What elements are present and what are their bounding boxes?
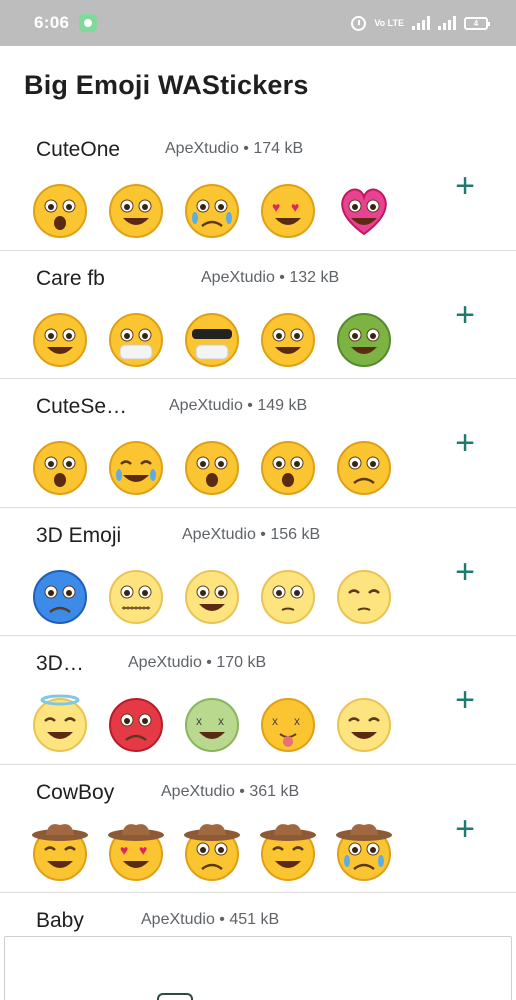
sticker-pack-row[interactable]: CowBoy ApeXtudio • 361 kB ♥ ♥ + <box>0 765 516 893</box>
cowboy-angry-face-icon <box>184 823 240 881</box>
pack-name: 3D Emoji <box>36 523 122 547</box>
cowboy-laughing-face-icon <box>260 823 316 881</box>
tears-of-joy-face-icon <box>109 441 163 495</box>
svg-text:x: x <box>218 714 224 728</box>
cowboy-heart-eyes-face-icon: ♥ ♥ <box>108 823 164 881</box>
sticker-pack-row[interactable]: Care fb ApeXtudio • 132 kB + <box>0 251 516 379</box>
dizzy-tongue-face-icon: xx <box>261 698 315 752</box>
signal-icon <box>412 16 430 30</box>
heart-eyes-face-icon: ♥ ♥ <box>261 184 315 238</box>
status-icons: Vo LTE 4 <box>351 15 490 31</box>
grinning-face-icon <box>109 184 163 238</box>
add-pack-button[interactable]: + <box>450 555 480 589</box>
battery-icon: 4 <box>464 16 490 30</box>
pack-name: Care fb <box>36 266 105 290</box>
sticker-preview-row <box>30 437 394 497</box>
pack-meta: ApeXtudio • 170 kB <box>128 654 267 671</box>
zipper-face-icon <box>109 569 163 624</box>
money-face-icon <box>337 312 391 367</box>
pack-name: CuteSe… <box>36 395 128 418</box>
sticker-pack-row[interactable]: 3D Emoji ApeXtudio • 156 kB + <box>0 508 516 636</box>
svg-text:x: x <box>196 714 202 728</box>
screaming-face-icon <box>185 441 239 495</box>
pack-meta: ApeXtudio • 451 kB <box>141 911 280 928</box>
scared-hands-face-icon <box>261 441 315 495</box>
cowboy-smile-face-icon <box>32 823 88 881</box>
anxious-face-icon <box>33 441 87 495</box>
squinting-face-icon <box>337 698 391 752</box>
thermometer-face-icon <box>261 569 315 624</box>
sticker-preview-row <box>30 309 394 369</box>
shocked-face-icon <box>33 184 87 238</box>
pack-meta: ApeXtudio • 174 kB <box>165 140 304 157</box>
svg-text:♥: ♥ <box>139 842 147 858</box>
pack-meta: ApeXtudio • 132 kB <box>201 268 340 286</box>
pack-name: CuteOne <box>36 138 121 161</box>
thumbs-up-mask-face-icon <box>109 312 163 367</box>
pack-name: Baby <box>36 909 84 932</box>
bottom-sheet-panel <box>4 936 512 1000</box>
add-pack-button[interactable]: + <box>450 683 480 717</box>
sticker-preview-row <box>30 566 394 626</box>
sticker-pack-row[interactable]: CuteSe… ApeXtudio • 149 kB + <box>0 379 516 508</box>
heart-face-icon <box>341 188 387 236</box>
add-pack-button[interactable]: + <box>450 169 480 203</box>
halo-face-icon <box>33 694 87 752</box>
cowboy-crying-face-icon <box>336 823 392 881</box>
pack-name: 3D… <box>36 652 84 675</box>
svg-text:x: x <box>294 714 300 728</box>
status-time: 6:06 <box>34 13 70 32</box>
grimacing-face-icon <box>185 569 239 624</box>
bag-icon <box>157 993 193 1000</box>
sticker-preview-row: ♥ ♥ <box>30 823 394 883</box>
pack-meta: ApeXtudio • 361 kB <box>161 782 300 800</box>
sleeping-face-icon <box>337 569 391 624</box>
svg-text:♥: ♥ <box>120 842 128 858</box>
sticker-preview-row: ♥ ♥ <box>30 180 394 240</box>
care-hug-face-icon <box>33 312 87 367</box>
sticker-pack-list: CuteOne ApeXtudio • 174 kB ♥ ♥ + Care fb … <box>0 122 516 893</box>
sticker-preview-row: xxxx <box>30 694 394 754</box>
notification-app-icon <box>79 14 98 32</box>
svg-text:x: x <box>272 714 278 728</box>
add-pack-button[interactable]: + <box>450 426 480 460</box>
sunglasses-mask-face-icon <box>185 312 239 367</box>
alarm-icon <box>351 15 367 31</box>
page-title: Big Emoji WAStickers <box>24 70 309 100</box>
pleading-face-icon <box>337 441 391 495</box>
add-pack-button[interactable]: + <box>450 812 480 846</box>
svg-text:♥: ♥ <box>291 199 299 215</box>
crying-face-icon <box>185 184 239 238</box>
sticker-pack-row[interactable]: 3D… ApeXtudio • 170 kB xxxx + <box>0 636 516 765</box>
blue-frown-face-icon <box>33 569 87 624</box>
svg-text:♥: ♥ <box>272 199 280 215</box>
kissing-face-icon <box>261 312 315 367</box>
angry-red-face-icon <box>109 698 163 752</box>
pack-name: CowBoy <box>36 780 115 804</box>
volte-label: Vo LTE <box>374 17 404 28</box>
signal-icon-2 <box>438 16 456 30</box>
sticker-pack-row[interactable]: CuteOne ApeXtudio • 174 kB ♥ ♥ + <box>0 122 516 251</box>
pack-meta: ApeXtudio • 149 kB <box>169 397 308 414</box>
add-pack-button[interactable]: + <box>450 298 480 332</box>
nauseated-face-icon: xx <box>185 698 239 752</box>
pack-meta: ApeXtudio • 156 kB <box>182 525 321 543</box>
status-bar: 6:06 Vo LTE 4 <box>0 0 516 46</box>
